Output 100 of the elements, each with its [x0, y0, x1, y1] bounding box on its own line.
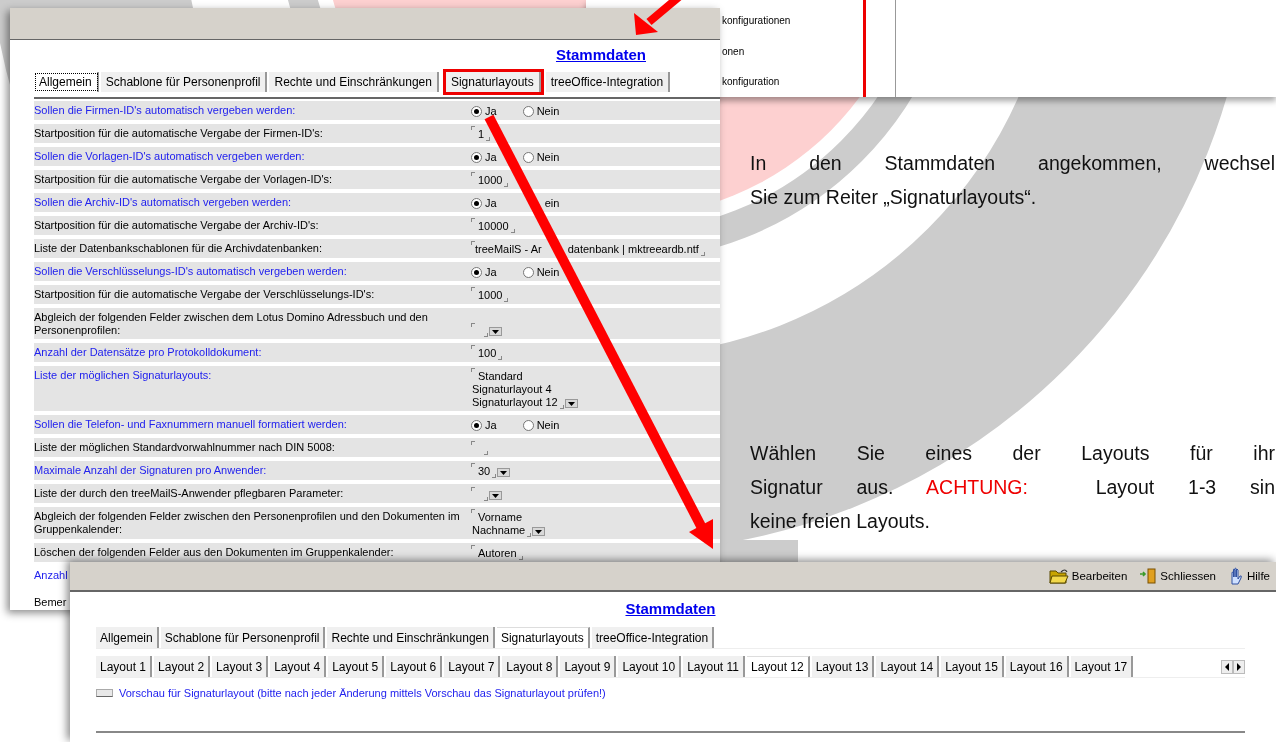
radio-label: Ja	[485, 105, 497, 118]
dropdown-button[interactable]	[489, 327, 502, 336]
radio-button[interactable]	[522, 420, 534, 431]
caret-down-icon	[492, 329, 499, 334]
text-field[interactable]: 100	[471, 345, 504, 360]
text-field[interactable]: Vorname Nachname	[471, 509, 533, 537]
text-field[interactable]	[471, 441, 489, 455]
field-text: treeMailS - Ar	[475, 243, 542, 256]
tab[interactable]: Layout 13	[811, 656, 875, 677]
caret-down-icon	[535, 529, 543, 534]
caret-down-icon	[500, 470, 508, 475]
scroll-left-button[interactable]	[1221, 659, 1233, 674]
radio-label: Nein	[536, 419, 560, 432]
tab[interactable]: Layout 6	[386, 656, 443, 677]
text-field[interactable]: 30	[471, 463, 498, 478]
radio-button[interactable]	[471, 420, 482, 431]
dropdown-button[interactable]	[497, 468, 511, 477]
menu-item[interactable]: konfigurationen	[722, 15, 791, 26]
tab[interactable]: Layout 12	[746, 656, 810, 677]
tab[interactable]: Allgemein	[34, 72, 99, 92]
tab[interactable]: Layout 1	[96, 656, 153, 677]
checkbox[interactable]	[96, 689, 113, 697]
field-label: Liste der Datenbankschablonen für die Archivdatenbanken:	[34, 242, 323, 254]
field-label: Startposition für die automatische Vergabe der Verschlüsselungs-ID's:	[34, 288, 375, 300]
annotation-arrow	[634, 0, 683, 35]
field-label: Abgleich der folgenden Felder zwischen den Personenprofilen und den Dokumenten im Gruppenkalender:	[34, 510, 460, 535]
tab[interactable]: Layout 16	[1005, 656, 1069, 677]
text-field[interactable]: 10000	[471, 218, 516, 233]
tab[interactable]: Allgemein	[96, 627, 159, 648]
folder-icon	[1048, 568, 1069, 584]
field-label: Sollen die Verschlüsselungs-ID's automatisch vergeben werden:	[34, 265, 347, 277]
dropdown-button[interactable]	[489, 491, 502, 500]
tab[interactable]: Schablone für Personenprofil	[100, 72, 268, 92]
radio-button[interactable]	[471, 152, 482, 163]
tab[interactable]: Layout 15	[941, 656, 1004, 677]
radio-label: Ja	[485, 197, 497, 210]
radio-label: Nein	[536, 151, 560, 164]
radio-label: Nein	[536, 266, 560, 279]
field-label: Liste der möglichen Standardvorwahlnummer nach DIN 5008:	[34, 441, 335, 453]
heading-link[interactable]: Stammdaten	[555, 46, 646, 68]
tab[interactable]: Layout 11	[683, 656, 745, 677]
instruction-text: Wählen Sie eines der Layouts für ihr Signatur aus. ACHTUNG: Layout 1-3 sin keine freien Layouts.	[750, 441, 1275, 534]
text-field[interactable]	[471, 323, 489, 337]
dropdown-button[interactable]	[532, 527, 546, 536]
tab[interactable]: Layout 17	[1070, 656, 1134, 677]
radio-button[interactable]	[522, 152, 534, 163]
tab[interactable]: Schablone für Personenprofil	[160, 627, 326, 648]
field-label: Sollen die Archiv-ID's automatisch vergeben werden:	[34, 196, 292, 208]
text-field[interactable]: Standard Signaturlayout 4 Signaturlayout 12	[471, 368, 565, 409]
radio-label: Ja	[485, 151, 497, 164]
tab[interactable]: Layout 9	[560, 656, 617, 677]
tab[interactable]: Layout 5	[328, 656, 385, 677]
field-label: Sollen die Vorlagen-ID's automatisch vergeben werden:	[34, 150, 305, 162]
tab[interactable]: Signaturlayouts	[445, 72, 541, 92]
tab[interactable]: Layout 2	[154, 656, 211, 677]
tab[interactable]: Layout 4	[270, 656, 327, 677]
toolbar-button[interactable]: Hilfe	[1226, 567, 1272, 585]
field-label: Sollen die Telefon- und Faxnummern manuell formatiert werden:	[34, 418, 347, 430]
field-text: datenbank | mktreeardb.ntf	[567, 243, 699, 256]
field-label: Anzahl	[34, 569, 68, 583]
radio-button[interactable]	[471, 267, 482, 278]
menu-item[interactable]: onen	[722, 46, 745, 57]
tab[interactable]: Layout 14	[876, 656, 940, 677]
tab[interactable]: Layout 3	[212, 656, 269, 677]
radio-button[interactable]	[522, 106, 534, 117]
text-field[interactable]: 1	[471, 126, 492, 141]
toolbar-button[interactable]: Bearbeiten	[1046, 568, 1130, 584]
field-label: Anzahl der Datensätze pro Protokolldokument:	[34, 346, 262, 358]
tab[interactable]: Rechte und Einschränkungen	[327, 627, 495, 648]
menu-item[interactable]: konfiguration	[722, 76, 780, 87]
radio-label: Ja	[485, 266, 497, 279]
toolbar-button[interactable]: Schliessen	[1137, 568, 1218, 584]
field-label: Liste der möglichen Signaturlayouts:	[34, 369, 212, 381]
field-label: Maximale Anzahl der Signaturen pro Anwender:	[34, 464, 267, 476]
instruction-text: In den Stammdaten angekommen, wechsel Sie zum Reiter „Signaturlayouts“.	[750, 151, 1275, 210]
caret-right-icon	[1236, 662, 1242, 671]
door-icon	[1139, 568, 1158, 584]
tab[interactable]: treeOffice-Integration	[591, 627, 715, 648]
field-label: Bemer	[34, 596, 67, 610]
tab[interactable]: Signaturlayouts	[496, 627, 590, 648]
tab[interactable]: Rechte und Einschränkungen	[269, 72, 439, 92]
field-label: Startposition für die automatische Vergabe der Archiv-ID's:	[34, 219, 319, 231]
field-label: Sollen die Firmen-ID's automatisch vergeben werden:	[34, 104, 296, 116]
text-field[interactable]: 1000	[471, 287, 510, 302]
scroll-right-button[interactable]	[1233, 659, 1245, 674]
radio-button[interactable]	[471, 106, 482, 117]
text-field[interactable]: 1000	[471, 172, 510, 187]
text-field[interactable]	[471, 487, 489, 501]
heading-link[interactable]: Stammdaten	[625, 600, 716, 622]
field-label: Startposition für die automatische Vergabe der Firmen-ID's:	[34, 127, 323, 139]
radio-button[interactable]	[471, 198, 482, 209]
tab[interactable]: treeOffice-Integration	[545, 72, 671, 92]
dropdown-button[interactable]	[564, 399, 578, 408]
field-label: Abgleich der folgenden Felder zwischen dem Lotus Domino Adressbuch und den Personenprofilen:	[34, 311, 428, 336]
tab[interactable]: Layout 7	[444, 656, 501, 677]
tab[interactable]: Layout 8	[502, 656, 559, 677]
radio-button[interactable]	[522, 267, 534, 278]
field-label: Liste der durch den treeMailS-Anwender pflegbaren Parameter:	[34, 487, 344, 499]
tab[interactable]: Layout 10	[618, 656, 682, 677]
text-field[interactable]: Autoren	[471, 545, 524, 560]
